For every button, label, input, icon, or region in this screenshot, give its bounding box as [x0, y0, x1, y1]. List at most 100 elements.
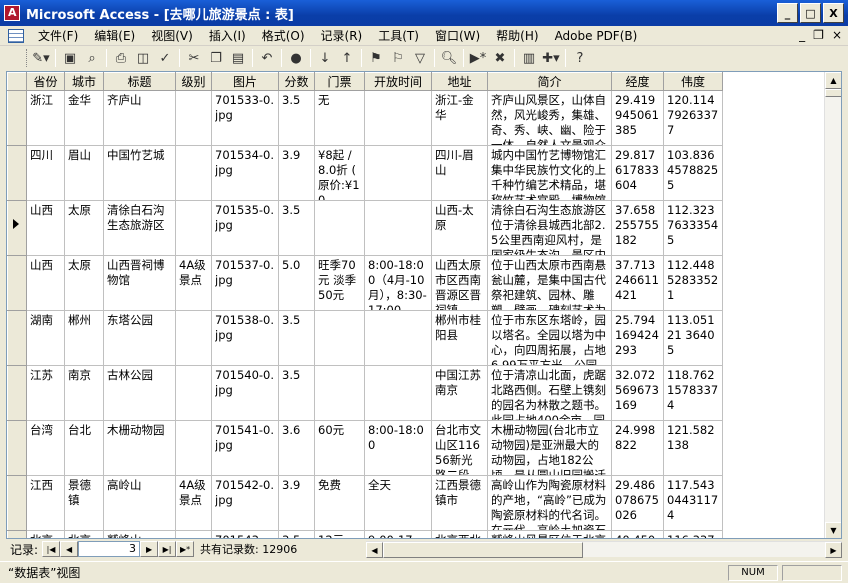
table-cell[interactable]: 山西-太原 [431, 200, 488, 256]
table-cell[interactable]: 齐庐山 [103, 90, 176, 146]
table-cell[interactable]: 江西 [26, 475, 65, 531]
table-cell[interactable]: 高岭山 [103, 475, 176, 531]
table-cell[interactable]: 郴州 [64, 310, 104, 366]
table-cell[interactable]: 北京西北 [431, 530, 488, 538]
table-cell[interactable]: 701542-0.jpg [211, 475, 279, 531]
table-row[interactable]: 四川 眉山 中国竹艺城 701534-0.jpg 3.9 ¥8起 / 8.0折 ( 原价:… [7, 145, 723, 201]
menu-adobe-pdf[interactable]: Adobe PDF(B) [547, 29, 646, 43]
table-cell[interactable]: 全天 [364, 475, 432, 531]
sort-descending-icon[interactable]: ↑ [336, 47, 358, 69]
column-header[interactable]: 简介 [487, 72, 612, 91]
column-header[interactable]: 伟度 [663, 72, 723, 91]
record-selector[interactable] [7, 420, 27, 476]
table-cell[interactable] [175, 90, 212, 146]
table-cell[interactable]: 东塔公园 [103, 310, 176, 366]
record-selector[interactable] [7, 90, 27, 146]
vertical-scrollbar[interactable]: ▲ ▼ [824, 72, 841, 538]
table-cell[interactable]: 台北市文山区11656新光路二段 [431, 420, 488, 476]
table-cell[interactable]: 山西太原市区西南晋源区晋祠镇 [431, 255, 488, 311]
table-cell[interactable]: 湖南 [26, 310, 65, 366]
access-app-icon[interactable] [4, 5, 20, 21]
table-cell[interactable]: 3.6 [278, 420, 315, 476]
table-cell[interactable] [364, 200, 432, 256]
table-cell[interactable]: 4A级景点 [175, 255, 212, 311]
table-cell[interactable]: 太原 [64, 255, 104, 311]
table-cell[interactable]: 701538-0.jpg [211, 310, 279, 366]
table-cell[interactable]: 29.817617833604 [611, 145, 664, 201]
record-selector[interactable] [7, 255, 27, 311]
new-record-icon[interactable]: ▶* [467, 47, 489, 69]
close-button[interactable]: X [823, 3, 844, 23]
table-cell[interactable]: 中国江苏南京 [431, 365, 488, 421]
table-cell[interactable]: 鹫峰山风景区位于北京西北部山区怀柔县 [487, 530, 612, 538]
paste-icon[interactable]: ▤ [227, 47, 249, 69]
next-record-button[interactable]: ▶ [140, 541, 159, 557]
table-cell[interactable] [175, 310, 212, 366]
table-cell[interactable]: 无 [314, 90, 365, 146]
last-record-button[interactable]: ▶| [158, 541, 177, 557]
table-cell[interactable]: 25.794169424293 [611, 310, 664, 366]
table-cell[interactable] [364, 365, 432, 421]
table-cell[interactable] [364, 145, 432, 201]
table-cell[interactable]: 118.76215783374 [663, 365, 723, 421]
record-selector[interactable] [7, 530, 27, 538]
table-cell[interactable] [364, 90, 432, 146]
table-cell[interactable]: ¥8起 / 8.0折 ( 原价:¥10 [314, 145, 365, 201]
mdi-minimize-button[interactable]: _ [799, 28, 805, 42]
record-selector[interactable] [7, 365, 27, 421]
table-cell[interactable]: 高岭山作为陶瓷原材料的产地，“高岭”已成为陶瓷原材料的代名词。在元代，高岭土加瓷… [487, 475, 612, 531]
menu-insert[interactable]: 插入(I) [201, 27, 254, 44]
table-cell[interactable]: 701541-0.jpg [211, 420, 279, 476]
print-preview-icon[interactable]: ◫ [132, 47, 154, 69]
menu-window[interactable]: 窗口(W) [427, 27, 488, 44]
menu-help[interactable]: 帮助(H) [488, 27, 546, 44]
table-cell[interactable]: 古林公园 [103, 365, 176, 421]
table-cell[interactable]: 3.5 [278, 530, 315, 538]
table-cell[interactable] [175, 420, 212, 476]
table-cell[interactable]: 位于市东区东塔岭，园以塔名。全园以塔为中心，向四周拓展，占地6.99万平方米。公… [487, 310, 612, 366]
horizontal-scrollbar[interactable]: ◀ ▶ [366, 541, 842, 558]
column-header[interactable]: 开放时间 [364, 72, 432, 91]
table-cell[interactable]: 3.5 [278, 310, 315, 366]
table-cell[interactable]: 四川-眉山 [431, 145, 488, 201]
column-header[interactable]: 图片 [211, 72, 279, 91]
column-header[interactable]: 级别 [175, 72, 212, 91]
table-cell[interactable]: 8:00-18:00 [364, 420, 432, 476]
table-cell[interactable]: 8:00-18:00（4月-10月），8:30-17:00 [364, 255, 432, 311]
table-cell[interactable]: 701543- [211, 530, 279, 538]
table-cell[interactable] [314, 310, 365, 366]
column-header[interactable]: 城市 [64, 72, 104, 91]
horizontal-scroll-thumb[interactable] [383, 542, 583, 558]
table-cell[interactable]: 台湾 [26, 420, 65, 476]
table-row[interactable]: 湖南 郴州 东塔公园 701538-0.jpg 3.5 郴州市桂阳县 位于市东区东塔岭，园以… [7, 310, 723, 366]
record-selector[interactable] [7, 145, 27, 201]
scroll-left-arrow-icon[interactable]: ◀ [366, 542, 383, 558]
table-cell[interactable]: 鹫峰山 [103, 530, 176, 538]
table-cell[interactable]: 免费 [314, 475, 365, 531]
table-cell[interactable] [175, 365, 212, 421]
copy-icon[interactable]: ❐ [205, 47, 227, 69]
table-cell[interactable]: 位于山西太原市西南悬瓮山麓，是集中国古代祭祀建筑、园林、雕塑、壁画、碑刻艺术为一… [487, 255, 612, 311]
table-cell[interactable]: 眉山 [64, 145, 104, 201]
table-cell[interactable]: 木栅动物园(台北市立动物园)是亚洲最大的动物园，占地182公顷。是从圆山旧园搬迁… [487, 420, 612, 476]
table-row[interactable]: 北京 北京 鹫峰山 701543- 3.5 12元 9:00-17: 北京西北 鹫峰山风景区位于… [7, 530, 723, 538]
table-cell[interactable]: 5.0 [278, 255, 315, 311]
hyperlink-icon[interactable]: ● [285, 47, 307, 69]
previous-record-button[interactable]: ◀ [60, 541, 79, 557]
sort-ascending-icon[interactable]: ↓ [314, 47, 336, 69]
table-cell[interactable]: 701534-0.jpg [211, 145, 279, 201]
table-cell[interactable]: 齐庐山风景区，山体自然，风光峻秀，集雄、奇、秀、峡、幽、险于一体，自然人文景观众… [487, 90, 612, 146]
table-cell[interactable]: 江西景德镇市 [431, 475, 488, 531]
record-selector[interactable] [7, 310, 27, 366]
column-header[interactable]: 门票 [314, 72, 365, 91]
table-cell[interactable]: 江苏 [26, 365, 65, 421]
apply-filter-icon[interactable]: ▽ [409, 47, 431, 69]
table-cell[interactable]: 清徐白石沟生态旅游区 [103, 200, 176, 256]
table-cell[interactable]: 山西 [26, 255, 65, 311]
table-cell[interactable]: 浙江-金华 [431, 90, 488, 146]
scroll-up-arrow-icon[interactable]: ▲ [825, 72, 841, 89]
table-cell[interactable]: 701537-0.jpg [211, 255, 279, 311]
table-cell[interactable]: 701535-0.jpg [211, 200, 279, 256]
help-icon[interactable]: ? [569, 47, 591, 69]
table-cell[interactable]: 60元 [314, 420, 365, 476]
